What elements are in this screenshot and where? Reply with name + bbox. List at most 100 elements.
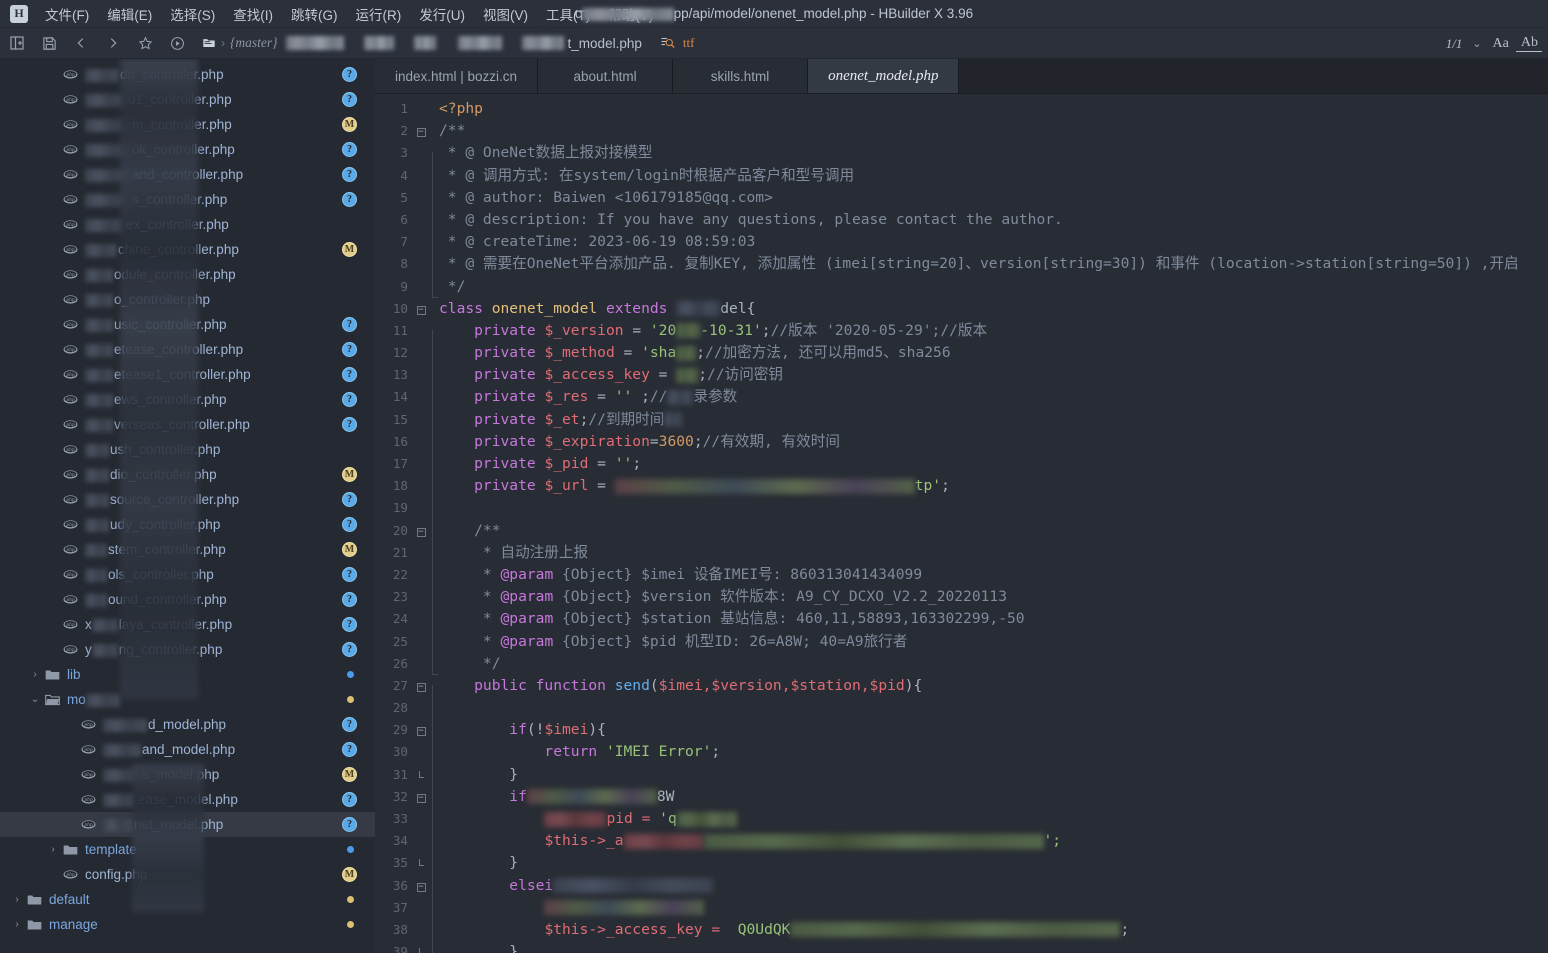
- favorite-icon[interactable]: [130, 30, 160, 57]
- menu-goto[interactable]: 跳转(G): [282, 1, 347, 27]
- chevron-right-icon[interactable]: ›: [10, 919, 24, 930]
- fold-toggle-icon[interactable]: −: [413, 298, 429, 320]
- code-redaction: [676, 323, 701, 339]
- file-netease-controller[interactable]: ›phpetease_controller.php?: [0, 337, 375, 362]
- fold-toggle-icon[interactable]: −: [413, 675, 429, 697]
- line-number: 29: [392, 722, 408, 738]
- file-onenet-model[interactable]: ›phpnet_model.php?: [0, 812, 375, 837]
- tab-index-html[interactable]: index.html | bozzi.cn: [375, 59, 539, 93]
- search-box[interactable]: ttf: [660, 30, 695, 57]
- folder-model[interactable]: ⌄ mo: [0, 687, 375, 712]
- project-file-tree[interactable]: › php du_controller.php? › php u1_controller.…: [0, 59, 375, 953]
- file-radio-controller[interactable]: ›phpdio_controller.phpM: [0, 462, 375, 487]
- file-netease1-controller[interactable]: ›phpetease1_controller.php?: [0, 362, 375, 387]
- status-badge-untracked: ?: [342, 792, 357, 807]
- file-music-controller[interactable]: ›phpusic_controller.php?: [0, 312, 375, 337]
- file-netease-model[interactable]: ›phpease_model.php?: [0, 787, 375, 812]
- fold-spacer: [413, 941, 429, 953]
- file-news2-controller[interactable]: ›phpews_controller.php?: [0, 387, 375, 412]
- toggle-sidebar-icon[interactable]: [2, 30, 32, 57]
- file-brand-controller[interactable]: ›phpand_controller.php?: [0, 162, 375, 187]
- code-redaction: [676, 345, 697, 361]
- tree-item-label: du_controller.php: [85, 67, 224, 82]
- chevron-down-icon[interactable]: ⌄: [28, 694, 42, 705]
- code-text: * @ createTime: 2023-06-19 08:59:03: [439, 233, 756, 251]
- tab-onenet-model-php[interactable]: onenet_model.php: [808, 59, 960, 93]
- line-number: 38: [392, 921, 408, 937]
- menu-help[interactable]: 帮助(Y): [599, 1, 662, 27]
- folder-manage[interactable]: › manage: [0, 912, 375, 937]
- menu-edit[interactable]: 编辑(E): [98, 1, 161, 27]
- file-resource-controller[interactable]: ›phpsource_controller.php?: [0, 487, 375, 512]
- line-number: 39: [392, 944, 408, 953]
- file-hook-controller[interactable]: ›phpok_controller.php?: [0, 137, 375, 162]
- file-brand-model[interactable]: ›phpand_model.php?: [0, 737, 375, 762]
- code-redaction: [553, 878, 714, 894]
- code-text: private $_res = '' ;//录参数: [439, 388, 738, 406]
- file-news-controller[interactable]: ›phps_controller.php?: [0, 187, 375, 212]
- code-text: * @param {Object} $imei 设备IMEI号: 8603130…: [439, 565, 923, 583]
- font-toggle-button[interactable]: Ab: [1515, 35, 1542, 52]
- code-text: * @param {Object} $version 软件版本: A9_CY_D…: [439, 588, 1007, 606]
- fold-toggle-icon[interactable]: −: [413, 875, 429, 897]
- fold-toggle-icon[interactable]: −: [413, 120, 429, 142]
- font-size-button[interactable]: Aa: [1488, 36, 1514, 52]
- search-input[interactable]: ttf: [683, 35, 695, 51]
- status-badge-modified: M: [342, 242, 357, 257]
- tree-item-label: ound_controller.php: [85, 592, 227, 607]
- php-file-icon: php: [60, 419, 80, 430]
- file-push-controller[interactable]: ›phpush_controller.php: [0, 437, 375, 462]
- line-number: 31: [392, 766, 408, 782]
- folder-lib[interactable]: › lib: [0, 662, 375, 687]
- fold-toggle-icon[interactable]: −: [413, 719, 429, 741]
- fold-toggle-icon[interactable]: −: [413, 786, 429, 808]
- file-yunying-controller[interactable]: ›phpyng_controller.php?: [0, 637, 375, 662]
- file-machine-controller[interactable]: ›phpchine_controller.phpM: [0, 237, 375, 262]
- file-system-controller[interactable]: ›phpstem_controller.phpM: [0, 537, 375, 562]
- save-icon[interactable]: [34, 30, 64, 57]
- file-overseas-controller[interactable]: ›phpverseas_controller.php?: [0, 412, 375, 437]
- svg-text:php: php: [66, 598, 75, 603]
- code-redaction: [676, 811, 737, 827]
- menu-file[interactable]: 文件(F): [36, 1, 98, 27]
- file-baidu1-controller[interactable]: ›phpu1_controller.php?: [0, 87, 375, 112]
- chevron-down-icon[interactable]: ⌄: [1468, 37, 1485, 50]
- file-config[interactable]: ›phpconfig.phpM: [0, 862, 375, 887]
- file-sound-controller[interactable]: ›phpound_controller.php?: [0, 587, 375, 612]
- folder-template[interactable]: › template: [0, 837, 375, 862]
- menu-run[interactable]: 运行(R): [347, 1, 411, 27]
- tab-skills-html[interactable]: skills.html: [673, 59, 809, 93]
- forward-icon[interactable]: [98, 30, 128, 57]
- file-mo-controller[interactable]: ›phpo_controller.php: [0, 287, 375, 312]
- code-editor[interactable]: 1 <?php 2−/** 3 * @ OneNet数据上报对接模型 4 * @ 调用方…: [375, 94, 1548, 953]
- svg-text:php: php: [66, 473, 75, 478]
- file-ximalaya-controller[interactable]: ›phpxlaya_controller.php?: [0, 612, 375, 637]
- menu-view[interactable]: 视图(V): [474, 1, 537, 27]
- chevron-right-icon[interactable]: ›: [28, 669, 42, 680]
- chevron-right-icon[interactable]: ›: [46, 844, 60, 855]
- file-study-controller[interactable]: ›phpudy_controller.php?: [0, 512, 375, 537]
- chevron-right-icon[interactable]: ›: [10, 894, 24, 905]
- file-custom-controller[interactable]: ›phpm_controller.phpM: [0, 112, 375, 137]
- tab-about-html[interactable]: about.html: [538, 59, 674, 93]
- toolbar-right: 1/1 ⌄ Aa Ab: [1442, 28, 1542, 59]
- menu-publish[interactable]: 发行(U): [410, 1, 474, 27]
- menu-select[interactable]: 选择(S): [161, 1, 224, 27]
- fold-toggle-icon[interactable]: −: [413, 520, 429, 542]
- menu-tools[interactable]: 工具(T): [537, 1, 599, 27]
- file-module-controller[interactable]: ›phpodule_controller.php: [0, 262, 375, 287]
- file-card-model[interactable]: ›phpd_model.php?: [0, 712, 375, 737]
- editor-tabbar: index.html | bozzi.cn about.html skills.ht…: [375, 59, 1548, 94]
- line-number: 10: [392, 300, 408, 316]
- breadcrumb[interactable]: › {master} t_model.php: [198, 30, 646, 57]
- file-index-controller[interactable]: ›phpex_controller.php: [0, 212, 375, 237]
- run-icon[interactable]: [162, 30, 192, 57]
- tree-item-label: ols_controller.php: [85, 567, 214, 582]
- folder-default[interactable]: › default: [0, 887, 375, 912]
- back-icon[interactable]: [66, 30, 96, 57]
- php-file-icon: php: [60, 94, 80, 105]
- file-baidu-controller[interactable]: ›phpdu_controller.php?: [0, 62, 375, 87]
- file-tools-controller[interactable]: ›phpols_controller.php?: [0, 562, 375, 587]
- file-news-model[interactable]: ›phps_model.phpM: [0, 762, 375, 787]
- menu-find[interactable]: 查找(I): [224, 1, 282, 27]
